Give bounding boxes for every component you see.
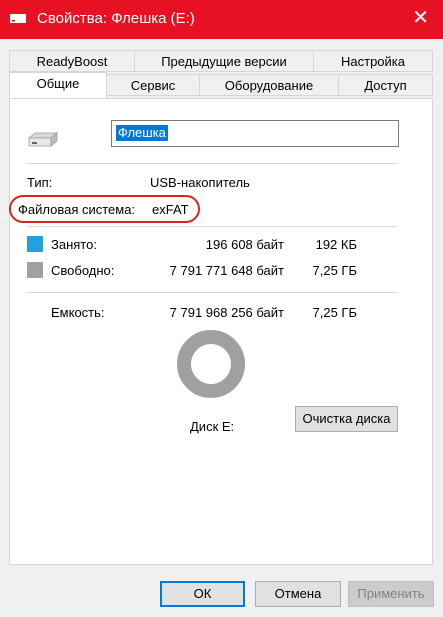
free-label: Свободно:	[51, 263, 115, 278]
filesystem-highlight-annotation	[9, 195, 200, 223]
apply-button[interactable]: Применить	[348, 581, 434, 607]
tab-general[interactable]: Общие	[9, 72, 107, 98]
drive-name-input[interactable]: Флешка	[111, 120, 399, 147]
tab-tools[interactable]: Сервис	[106, 74, 200, 96]
divider	[27, 292, 397, 293]
tab-customize[interactable]: Настройка	[313, 50, 433, 72]
divider	[27, 226, 397, 227]
title-bar: Свойства: Флешка (E:) ✕	[0, 0, 443, 39]
divider	[27, 163, 397, 164]
tab-hardware[interactable]: Оборудование	[199, 74, 339, 96]
disk-usage-donut	[177, 330, 245, 398]
cancel-button[interactable]: Отмена	[255, 581, 341, 607]
close-icon[interactable]: ✕	[412, 6, 429, 30]
type-label: Тип:	[27, 175, 53, 190]
disk-label: Диск E:	[190, 419, 235, 434]
capacity-bytes: 7 791 968 256 байт	[169, 305, 284, 320]
used-label: Занято:	[51, 237, 97, 252]
ok-button[interactable]: ОК	[160, 581, 245, 607]
free-short: 7,25 ГБ	[312, 263, 357, 278]
usb-drive-icon	[10, 14, 26, 23]
type-value: USB-накопитель	[150, 175, 250, 190]
drive-name-value: Флешка	[116, 125, 168, 141]
used-space-swatch	[27, 236, 43, 252]
tab-readyboost[interactable]: ReadyBoost	[9, 50, 135, 72]
tab-previous-versions[interactable]: Предыдущие версии	[134, 50, 314, 72]
capacity-label: Емкость:	[51, 305, 105, 320]
disk-cleanup-button[interactable]: Очистка диска	[295, 406, 398, 432]
used-bytes: 196 608 байт	[205, 237, 284, 252]
tab-sharing[interactable]: Доступ	[338, 74, 433, 96]
free-bytes: 7 791 771 648 байт	[169, 263, 284, 278]
used-short: 192 КБ	[315, 237, 357, 252]
free-space-swatch	[27, 262, 43, 278]
capacity-short: 7,25 ГБ	[312, 305, 357, 320]
window-title: Свойства: Флешка (E:)	[37, 10, 195, 27]
drive-icon	[27, 132, 59, 147]
